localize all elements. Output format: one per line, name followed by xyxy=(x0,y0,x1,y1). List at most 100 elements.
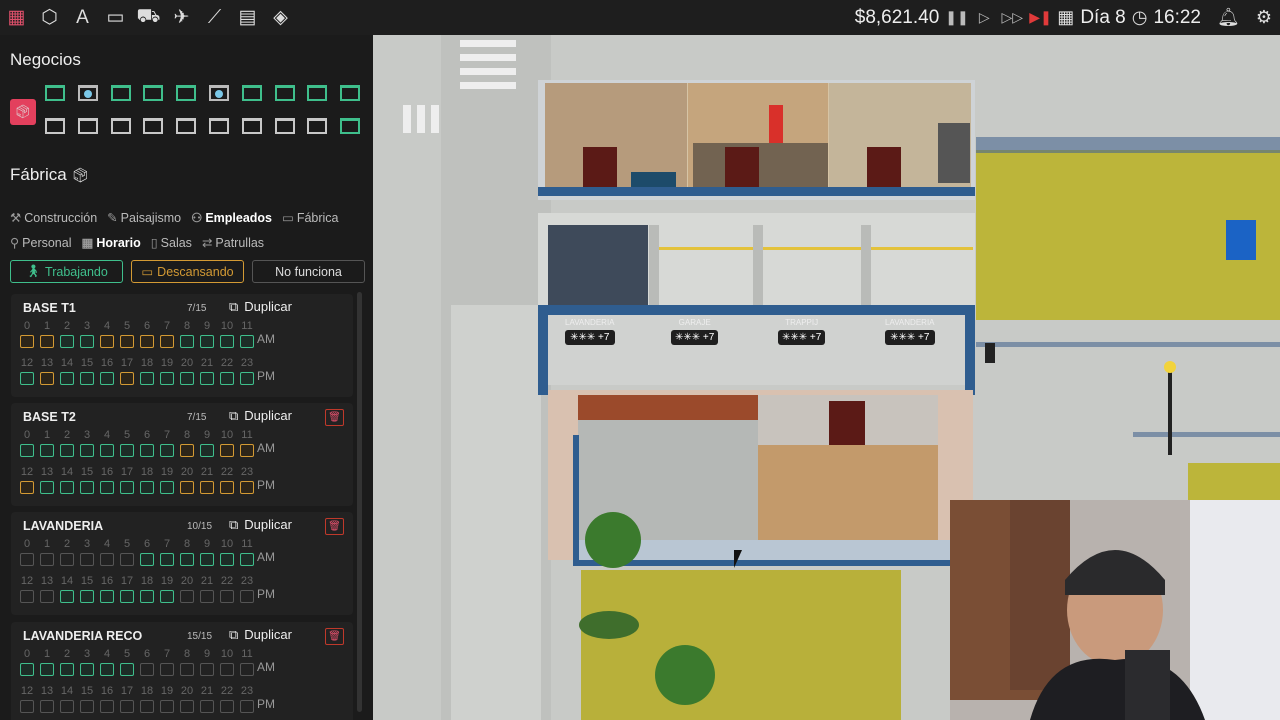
hour-slot[interactable] xyxy=(140,700,154,713)
hour-slot[interactable] xyxy=(220,700,234,713)
hour-slot[interactable] xyxy=(120,444,134,457)
room-label[interactable]: TRAPPIJ ✳✳✳ +7 xyxy=(778,318,826,345)
layers-icon[interactable]: ◈ xyxy=(264,1,297,34)
hour-slot[interactable] xyxy=(160,590,174,603)
hour-slot[interactable] xyxy=(40,590,54,603)
hour-slot[interactable] xyxy=(140,335,154,348)
hour-slot[interactable] xyxy=(100,553,114,566)
hour-slot[interactable] xyxy=(140,553,154,566)
hour-slot[interactable] xyxy=(20,335,34,348)
filter-resting-button[interactable]: ▭ Descansando xyxy=(131,260,244,283)
hour-slot[interactable] xyxy=(200,372,214,385)
tab-factory[interactable]: ▭ Fábrica xyxy=(282,210,339,225)
duplicate-button[interactable]: ⧉ Duplicar xyxy=(229,299,292,315)
hour-slot[interactable] xyxy=(20,663,34,676)
business-slot[interactable] xyxy=(173,82,199,104)
hour-slot[interactable] xyxy=(220,372,234,385)
hour-slot[interactable] xyxy=(200,553,214,566)
hour-slot[interactable] xyxy=(200,335,214,348)
hour-slot[interactable] xyxy=(40,335,54,348)
business-slot[interactable] xyxy=(304,115,330,137)
hour-slot[interactable] xyxy=(140,590,154,603)
business-slot[interactable] xyxy=(75,82,101,104)
hour-slot[interactable] xyxy=(60,553,74,566)
hour-slot[interactable] xyxy=(120,700,134,713)
hour-slot[interactable] xyxy=(60,663,74,676)
hour-slot[interactable] xyxy=(220,335,234,348)
hour-slot[interactable] xyxy=(240,663,254,676)
hour-slot[interactable] xyxy=(80,444,94,457)
plane-icon[interactable]: ✈ xyxy=(165,1,198,34)
hour-slot[interactable] xyxy=(140,372,154,385)
hour-slot[interactable] xyxy=(40,481,54,494)
notebook-icon[interactable]: ▤ xyxy=(231,1,264,34)
duplicate-button[interactable]: ⧉ Duplicar xyxy=(229,517,292,533)
tab-patrols[interactable]: ⇄ Patrullas xyxy=(202,235,264,250)
hour-slot[interactable] xyxy=(200,481,214,494)
hour-slot[interactable] xyxy=(160,663,174,676)
hour-slot[interactable] xyxy=(120,335,134,348)
hour-slot[interactable] xyxy=(120,372,134,385)
business-slot[interactable] xyxy=(140,115,166,137)
hour-slot[interactable] xyxy=(120,663,134,676)
hour-slot[interactable] xyxy=(220,590,234,603)
business-slot[interactable] xyxy=(304,82,330,104)
text-a-icon[interactable]: A xyxy=(66,1,99,34)
play-button[interactable]: ▷ xyxy=(973,9,995,26)
hour-slot[interactable] xyxy=(100,663,114,676)
hour-slot[interactable] xyxy=(160,444,174,457)
hour-slot[interactable] xyxy=(200,663,214,676)
business-slot[interactable] xyxy=(337,115,363,137)
chart-icon[interactable]: ⟋ xyxy=(198,1,231,34)
hour-slot[interactable] xyxy=(60,372,74,385)
duplicate-button[interactable]: ⧉ Duplicar xyxy=(229,408,292,424)
business-slot[interactable] xyxy=(206,82,232,104)
pause-button[interactable]: ❚❚ xyxy=(945,9,968,26)
tab-rooms[interactable]: ▯ Salas xyxy=(151,235,192,250)
delete-button[interactable]: 🗑︎ xyxy=(325,409,344,426)
hour-slot[interactable] xyxy=(200,590,214,603)
hour-slot[interactable] xyxy=(220,481,234,494)
duplicate-button[interactable]: ⧉ Duplicar xyxy=(229,627,292,643)
hour-slot[interactable] xyxy=(240,372,254,385)
hour-slot[interactable] xyxy=(60,700,74,713)
hour-slot[interactable] xyxy=(60,335,74,348)
hour-slot[interactable] xyxy=(60,590,74,603)
business-slot[interactable] xyxy=(239,115,265,137)
fast-forward-button[interactable]: ▷▷ xyxy=(1001,9,1024,26)
hour-slot[interactable] xyxy=(160,700,174,713)
hour-slot[interactable] xyxy=(80,372,94,385)
grid-icon[interactable]: ▦ xyxy=(0,1,33,34)
hour-slot[interactable] xyxy=(20,590,34,603)
hour-slot[interactable] xyxy=(180,700,194,713)
scrollbar[interactable] xyxy=(357,292,362,712)
filter-not-working-button[interactable]: No funciona xyxy=(252,260,365,283)
hour-slot[interactable] xyxy=(40,700,54,713)
hour-slot[interactable] xyxy=(100,700,114,713)
truck-icon[interactable]: ⛟ xyxy=(132,1,165,34)
room-label[interactable]: LAVANDERIA ✳✳✳ +7 xyxy=(885,318,935,345)
fastest-forward-button[interactable]: ▶❚ xyxy=(1029,9,1052,26)
hour-slot[interactable] xyxy=(140,481,154,494)
room-label[interactable]: LAVANDERIA ✳✳✳ +7 xyxy=(565,318,615,345)
hour-slot[interactable] xyxy=(100,481,114,494)
hour-slot[interactable] xyxy=(240,481,254,494)
hour-slot[interactable] xyxy=(80,700,94,713)
business-slot[interactable] xyxy=(42,115,68,137)
filter-working-button[interactable]: 🚶︎ Trabajando xyxy=(10,260,123,283)
hour-slot[interactable] xyxy=(240,590,254,603)
hour-slot[interactable] xyxy=(100,590,114,603)
hour-slot[interactable] xyxy=(60,444,74,457)
hour-slot[interactable] xyxy=(140,444,154,457)
hour-slot[interactable] xyxy=(80,663,94,676)
hour-slot[interactable] xyxy=(140,663,154,676)
hour-slot[interactable] xyxy=(40,444,54,457)
hour-slot[interactable] xyxy=(100,372,114,385)
hour-slot[interactable] xyxy=(200,700,214,713)
bell-icon[interactable]: 🔔︎ xyxy=(1217,7,1240,28)
hour-slot[interactable] xyxy=(40,663,54,676)
hour-slot[interactable] xyxy=(80,590,94,603)
delete-button[interactable]: 🗑︎ xyxy=(325,518,344,535)
hour-slot[interactable] xyxy=(220,553,234,566)
selected-business-button[interactable]: 📦︎ xyxy=(10,99,36,125)
